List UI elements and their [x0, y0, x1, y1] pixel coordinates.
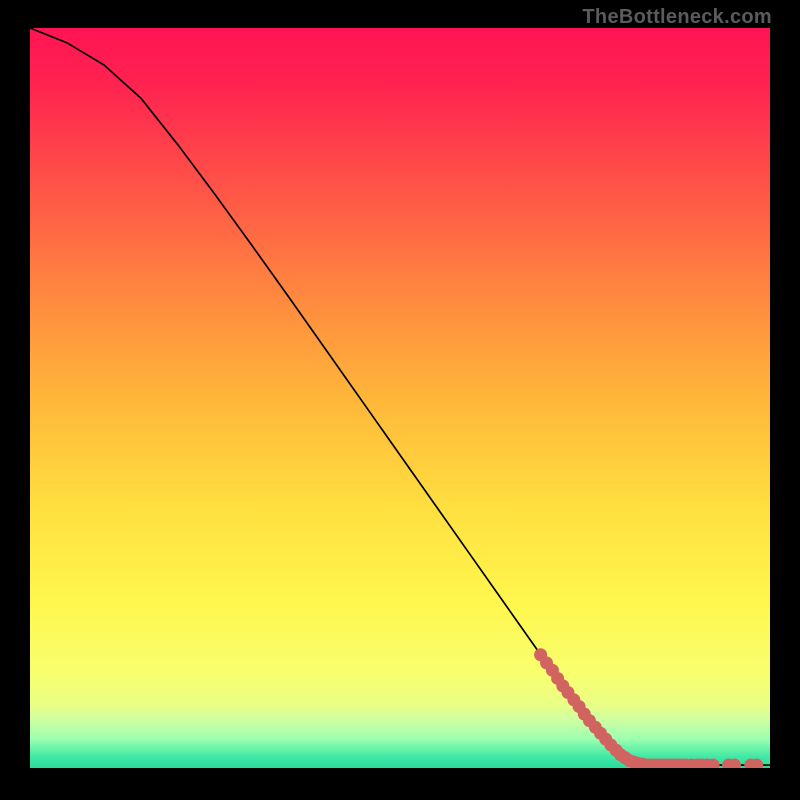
chart-svg — [30, 28, 770, 768]
chart-background — [30, 28, 770, 768]
chart-plot-area — [30, 28, 770, 768]
watermark-text: TheBottleneck.com — [582, 6, 772, 29]
